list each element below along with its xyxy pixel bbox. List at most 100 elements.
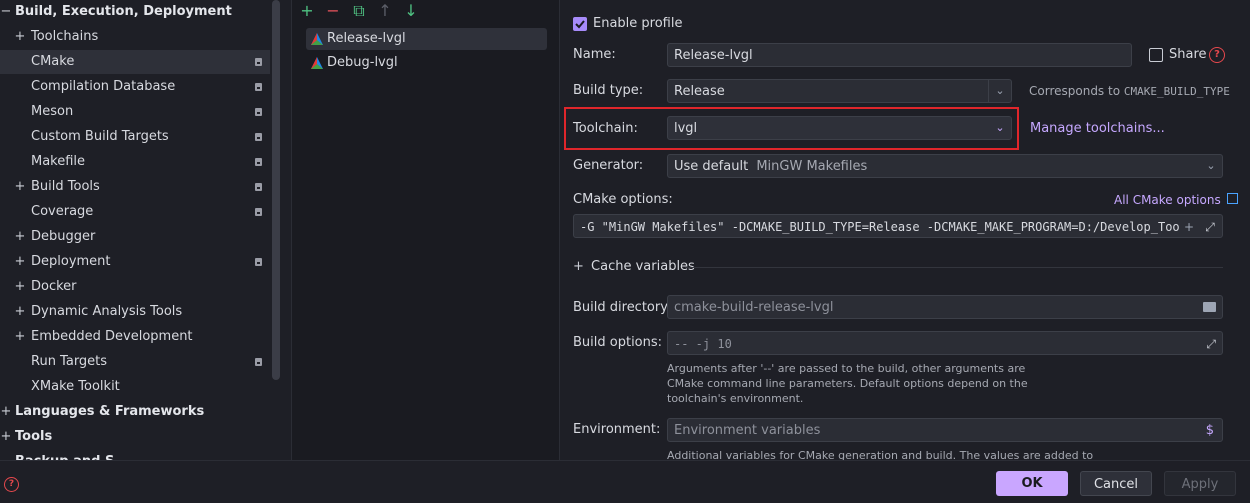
chevron-down-icon: ⌄ [995,121,1005,134]
build-directory-label: Build directory: [573,300,672,315]
manage-toolchains-link[interactable]: Manage toolchains... [1030,121,1165,136]
build-type-value: Release [674,84,725,99]
sidebar-item[interactable]: + Languages & Frameworks [0,400,270,424]
toolchain-select[interactable]: lvgl ⌄ [667,116,1012,140]
expand-icon[interactable]: + [14,300,26,324]
project-settings-icon [255,183,262,191]
apply-button[interactable]: Apply [1164,471,1236,496]
build-type-hint: Corresponds to CMAKE_BUILD_TYPE [1029,84,1230,98]
sidebar-item-label: Run Targets [31,354,108,369]
sidebar-item[interactable]: Run Targets [0,350,270,374]
profiles-panel: + − ⧉ ↑ ↓ Release-lvgl Debug-lvgl [291,0,560,460]
help-icon[interactable]: ? [4,477,19,492]
move-up-button[interactable]: ↑ [376,2,394,20]
sidebar-item-label: Languages & Frameworks [15,404,205,419]
sidebar-item[interactable]: Custom Build Targets [0,125,270,149]
add-option-icon[interactable]: + [1180,215,1198,237]
sidebar-item[interactable]: + Deployment [0,250,270,274]
cmake-icon [311,57,323,69]
sidebar-item[interactable]: Coverage [0,200,270,224]
sidebar-item[interactable]: + Debugger [0,225,270,249]
sidebar-item-label: Toolchains [31,29,99,44]
sidebar-item[interactable]: Meson [0,100,270,124]
sidebar-item-label: Compilation Database [31,79,176,94]
toolchain-label: Toolchain: [573,121,638,136]
plus-icon: + [573,259,584,274]
project-settings-icon [255,58,262,66]
sidebar-item[interactable]: + Embedded Development [0,325,270,349]
build-directory-value: cmake-build-release-lvgl [674,300,834,315]
generator-select[interactable]: Use default MinGW Makefiles ⌄ [667,154,1223,178]
collapse-icon[interactable]: − [0,0,12,24]
chevron-down-icon: ⌄ [1206,159,1216,172]
build-options-input[interactable]: -- -j 10 ⤢ [667,331,1223,355]
expand-icon[interactable]: + [14,25,26,49]
sidebar-item-label: Backup and S... [15,450,129,460]
all-cmake-options-link[interactable]: All CMake options [1114,193,1238,207]
cache-variables-divider [685,267,1223,268]
build-options-help: Arguments after '--' are passed to the b… [667,362,1028,405]
sidebar-item-label: Dynamic Analysis Tools [31,304,183,319]
sidebar-item-label: Meson [31,104,74,119]
expand-icon[interactable]: + [14,325,26,349]
copy-profile-button[interactable]: ⧉ [350,2,368,20]
cmake-options-input[interactable]: -G "MinGW Makefiles" -DCMAKE_BUILD_TYPE=… [573,214,1223,238]
sidebar-item[interactable]: XMake Toolkit [0,375,270,399]
cmake-profile-form: Enable profile Name: Release-lvgl Share … [559,0,1250,460]
remove-profile-button[interactable]: − [324,2,342,20]
move-down-button[interactable]: ↓ [402,2,420,20]
external-link-icon [1226,193,1238,204]
project-settings-icon [255,108,262,116]
expand-icon[interactable]: + [14,275,26,299]
name-input-value: Release-lvgl [674,48,753,63]
sidebar-item[interactable]: + Docker [0,275,270,299]
sidebar-item[interactable]: Backup and S... [0,450,270,460]
sidebar-scrollbar[interactable] [272,0,280,380]
sidebar-item[interactable]: Compilation Database [0,75,270,99]
project-settings-icon [255,208,262,216]
profile-list-item[interactable]: Debug-lvgl [306,52,547,74]
sidebar-item[interactable]: Makefile [0,150,270,174]
sidebar-item-label: XMake Toolkit [31,379,120,394]
build-options-value: -- -j 10 [674,337,732,351]
sidebar-item[interactable]: + Build Tools [0,175,270,199]
expand-icon[interactable]: ⤢ [1206,332,1216,354]
dollar-icon[interactable]: $ [1206,419,1214,441]
toolchain-value: lvgl [674,121,698,136]
help-icon[interactable]: ? [1209,47,1225,63]
sidebar-item[interactable]: CMake [0,50,270,74]
cmake-options-value: -G "MinGW Makefiles" -DCMAKE_BUILD_TYPE=… [580,220,1195,234]
name-input[interactable]: Release-lvgl [667,43,1132,67]
expand-icon[interactable]: + [14,250,26,274]
sidebar-item[interactable]: − Build, Execution, Deployment [0,0,270,24]
folder-icon[interactable] [1203,302,1216,312]
cancel-button[interactable]: Cancel [1080,471,1152,496]
build-directory-input[interactable]: cmake-build-release-lvgl [667,295,1223,319]
build-type-select[interactable]: Release ⌄ [667,79,1012,103]
share-checkbox[interactable] [1149,48,1163,62]
cmake-icon [311,33,323,45]
cache-variables-expander[interactable]: + Cache variables [573,259,695,274]
expand-icon[interactable]: ⤢ [1202,215,1218,237]
expand-icon[interactable]: + [0,425,12,449]
build-options-label: Build options: [573,335,663,350]
enable-profile-label: Enable profile [593,16,683,31]
build-type-hint-prefix: Corresponds to [1029,84,1121,98]
sidebar-item[interactable]: + Tools [0,425,270,449]
ok-button[interactable]: OK [996,471,1068,496]
sidebar-item[interactable]: + Toolchains [0,25,270,49]
sidebar-item-label: Build Tools [31,179,100,194]
expand-icon[interactable]: + [14,175,26,199]
enable-profile-checkbox[interactable] [573,17,587,31]
sidebar-item-label: Docker [31,279,77,294]
expand-icon[interactable]: + [0,400,12,424]
build-type-hint-code: CMAKE_BUILD_TYPE [1123,85,1230,98]
expand-icon[interactable]: + [14,225,26,249]
environment-input[interactable]: Environment variables $ [667,418,1223,442]
sidebar-item-label: Tools [15,429,53,444]
profile-label: Release-lvgl [327,31,406,46]
profile-list-item[interactable]: Release-lvgl [306,28,547,50]
project-settings-icon [255,158,262,166]
add-profile-button[interactable]: + [298,2,316,20]
sidebar-item[interactable]: + Dynamic Analysis Tools [0,300,270,324]
